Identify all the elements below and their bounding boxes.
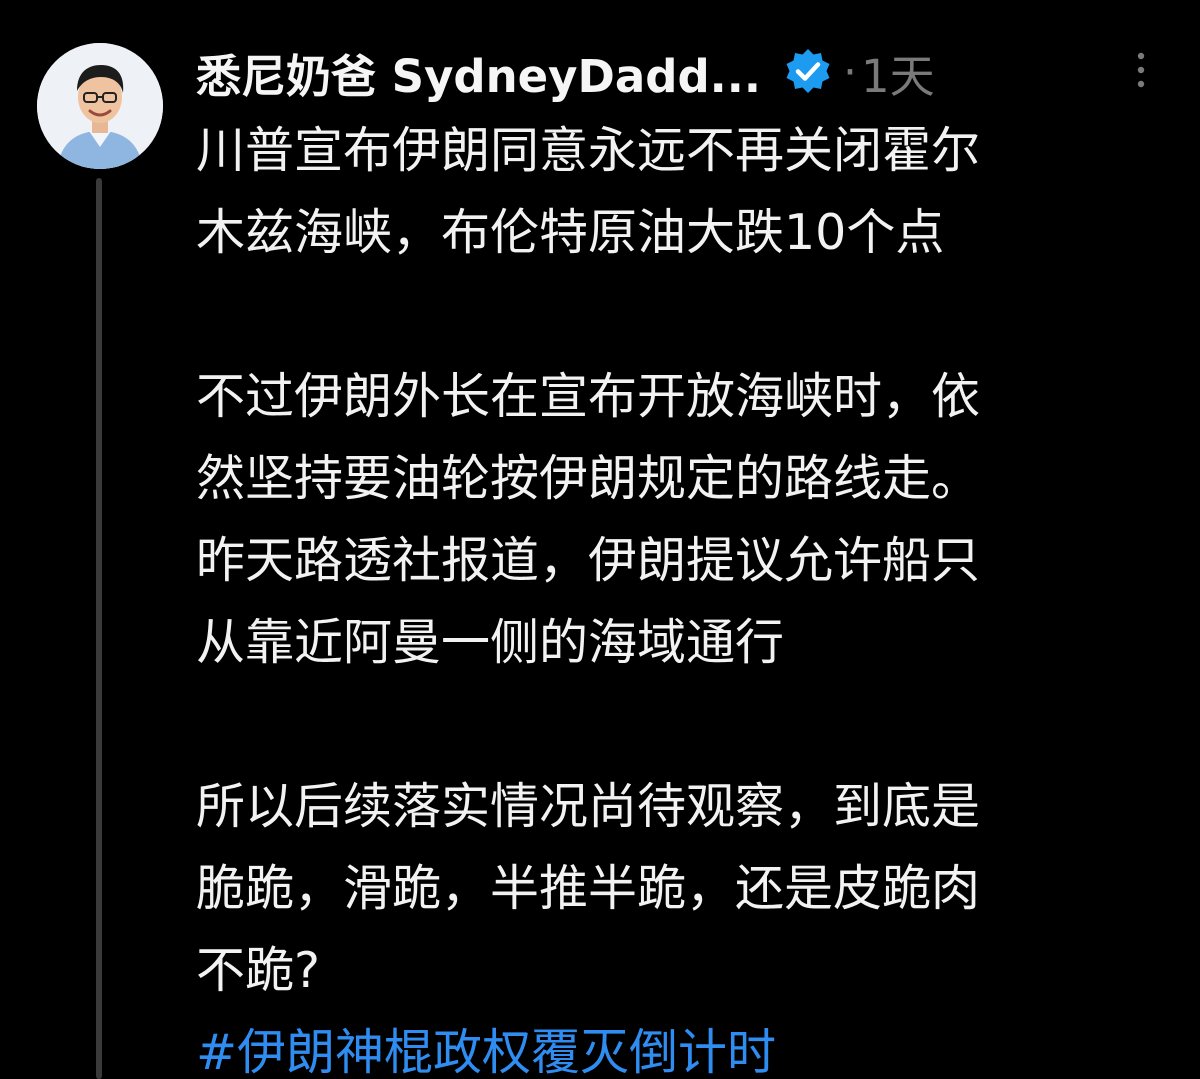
thread-line	[96, 178, 102, 1079]
post-text-line: 木兹海峡，布伦特原油大跌10个点	[196, 204, 945, 261]
post-timestamp[interactable]: 1天	[861, 40, 935, 105]
post-text-line: 不过伊朗外长在宣布开放海峡时，依	[196, 368, 981, 425]
post-text-line: 脆跪，滑跪，半推半跪，还是皮跪肉	[196, 860, 981, 917]
post-text-line: 不跪?	[196, 942, 321, 999]
post-text-line: 川普宣布伊朗同意永远不再关闭霍尔	[196, 122, 981, 179]
post-text-line: 所以后续落实情况尚待观察，到底是	[196, 778, 981, 835]
verified-badge-icon	[786, 49, 830, 93]
post-text-line: 从靠近阿曼一侧的海域通行	[196, 614, 785, 671]
header-separator: ·	[842, 46, 857, 98]
post-text-line: 昨天路透社报道，伊朗提议允许船只	[196, 532, 981, 589]
more-vertical-icon[interactable]	[1131, 50, 1151, 90]
avatar-photo	[37, 43, 163, 169]
hashtag-link[interactable]: #伊朗神棍政权覆灭倒计时	[196, 1012, 1136, 1079]
post: 悉尼奶爸 SydneyDadd... · 1天 川普宣布伊朗同意永远不再关闭霍尔…	[0, 0, 1200, 1079]
post-header: 悉尼奶爸 SydneyDadd... · 1天	[196, 36, 1176, 108]
avatar[interactable]	[37, 43, 163, 169]
post-body: 川普宣布伊朗同意永远不再关闭霍尔 木兹海峡，布伦特原油大跌10个点 不过伊朗外长…	[196, 110, 1136, 1079]
author-display-name[interactable]: 悉尼奶爸 SydneyDadd...	[196, 40, 761, 105]
post-text-line: 然坚持要油轮按伊朗规定的路线走。	[196, 450, 981, 507]
